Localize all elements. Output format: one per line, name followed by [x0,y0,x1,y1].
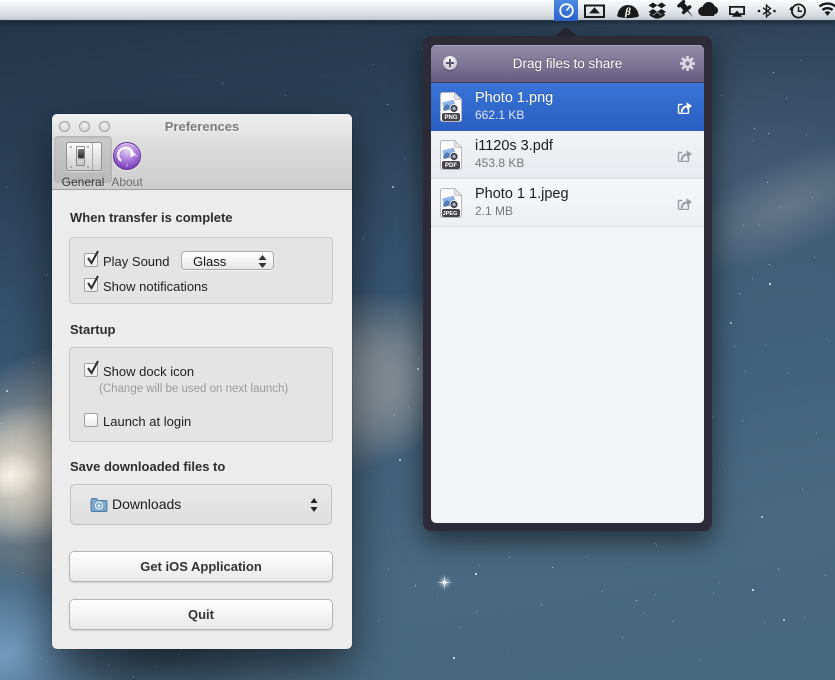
svg-text:PNG: PNG [444,115,457,121]
svg-text:β: β [624,6,631,18]
svg-text:PDF: PDF [445,163,457,169]
svg-text:JPEG: JPEG [443,211,458,217]
